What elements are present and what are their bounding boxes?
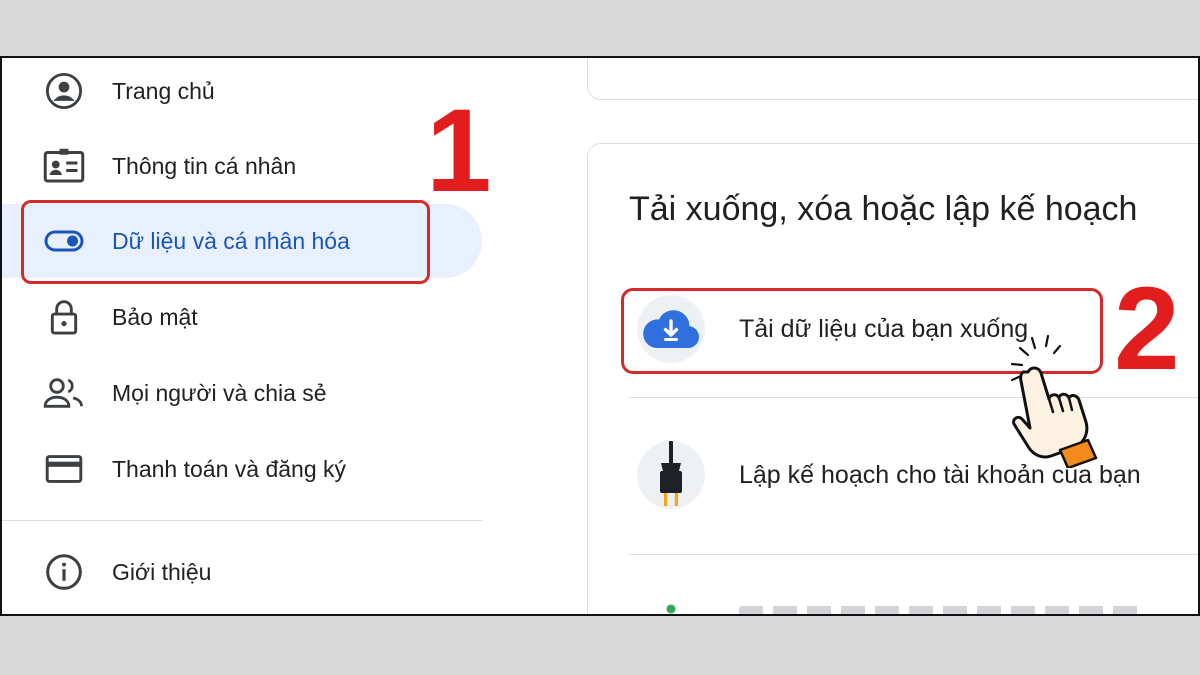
sidebar-item-label: Trang chủ [112,77,215,104]
power-plug-icon [637,441,705,509]
sidebar-item-personal-info[interactable]: Thông tin cá nhân [2,129,482,203]
sidebar-item-home[interactable]: Trang chủ [2,58,482,128]
sidebar-item-label: Thông tin cá nhân [112,152,297,179]
step-2-number: 2 [1114,263,1180,395]
people-icon [42,371,86,415]
step-1-highlight [21,200,430,284]
screenshot-frame: Trang chủ Thông tin cá nhân Dữ liệu và c… [0,56,1200,616]
top-card [587,58,1198,100]
sidebar-item-label: Giới thiệu [112,558,212,585]
credit-card-icon [42,447,86,491]
sidebar-item-label: Bảo mật [112,303,198,330]
sidebar-item-label: Mọi người và chia sẻ [112,379,327,406]
sidebar-item-payments[interactable]: Thanh toán và đăng ký [2,432,482,506]
blurred-text-line [739,606,1139,614]
id-card-icon [42,144,86,188]
step-1-number: 1 [426,85,492,217]
sidebar-item-label: Thanh toán và đăng ký [112,455,346,482]
sidebar-item-about[interactable]: Giới thiệu [2,535,482,609]
tap-hand-icon [998,328,1118,470]
row-divider [629,554,1198,555]
account-circle-icon [42,69,86,113]
section-title: Tải xuống, xóa hoặc lập kế hoạch [629,190,1138,228]
info-icon [42,550,86,594]
sidebar-item-security[interactable]: Bảo mật [2,280,482,354]
sidebar-divider [2,520,482,521]
lock-icon [42,295,86,339]
multicolor-app-icon [637,591,705,614]
sidebar-item-people-sharing[interactable]: Mọi người và chia sẻ [2,356,482,430]
